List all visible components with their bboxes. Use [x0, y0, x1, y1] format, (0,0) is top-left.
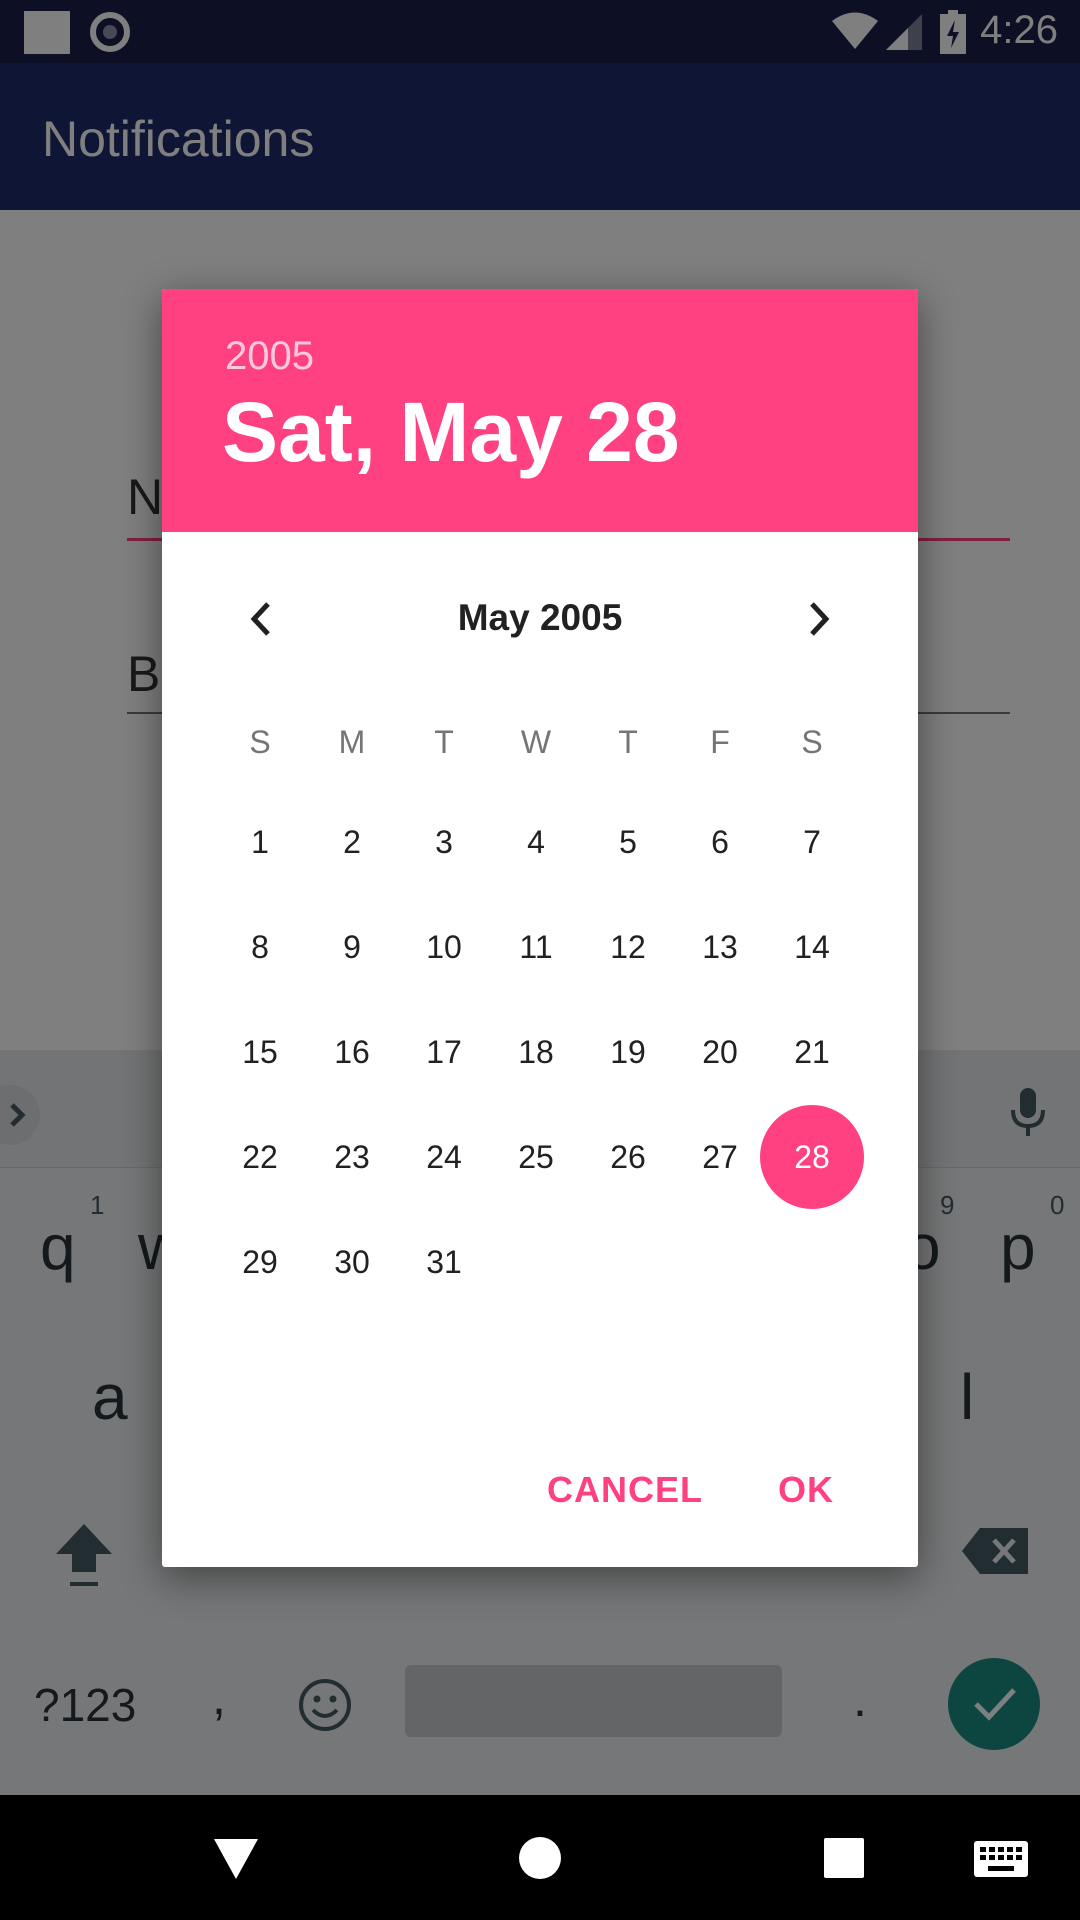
calendar-day[interactable]: 15 [214, 1006, 306, 1098]
home-icon[interactable] [518, 1836, 562, 1880]
weekday-header: W [520, 723, 552, 760]
calendar-day-selected[interactable]: 28 [760, 1105, 864, 1209]
ok-button[interactable]: OK [778, 1469, 834, 1511]
weekday-header: F [710, 723, 730, 760]
next-month-button[interactable] [789, 589, 849, 649]
screen: 4:26 Notifications N B 1 q w 9 o 0 p a l [0, 0, 1080, 1920]
calendar-day[interactable]: 10 [398, 901, 490, 993]
calendar-day[interactable]: 27 [674, 1111, 766, 1203]
calendar-day[interactable]: 18 [490, 1006, 582, 1098]
weekday-header: S [249, 723, 271, 760]
calendar-day[interactable]: 19 [582, 1006, 674, 1098]
header-year[interactable]: 2005 [225, 334, 314, 379]
weekday-header: T [434, 723, 454, 760]
weekday-header: M [338, 723, 366, 760]
calendar-day[interactable]: 13 [674, 901, 766, 993]
calendar-day[interactable]: 31 [398, 1216, 490, 1308]
cancel-button[interactable]: CANCEL [547, 1469, 703, 1511]
weekday-header: S [801, 723, 823, 760]
calendar-day[interactable]: 5 [582, 796, 674, 888]
calendar-day[interactable]: 3 [398, 796, 490, 888]
calendar-day[interactable]: 29 [214, 1216, 306, 1308]
calendar-day[interactable]: 23 [306, 1111, 398, 1203]
date-picker-dialog: 2005 Sat, May 28 May 2005 SMTWTFS1234567… [162, 289, 918, 1567]
calendar-day[interactable]: 2 [306, 796, 398, 888]
calendar-day[interactable]: 6 [674, 796, 766, 888]
calendar-day[interactable]: 11 [490, 901, 582, 993]
calendar-day[interactable]: 22 [214, 1111, 306, 1203]
keyboard-switch-icon[interactable] [974, 1841, 1028, 1877]
calendar-day[interactable]: 9 [306, 901, 398, 993]
calendar-day[interactable]: 30 [306, 1216, 398, 1308]
calendar-day[interactable]: 21 [766, 1006, 858, 1098]
calendar-day[interactable]: 1 [214, 796, 306, 888]
navigation-bar [0, 1795, 1080, 1920]
calendar-day[interactable]: 26 [582, 1111, 674, 1203]
recents-icon[interactable] [824, 1838, 864, 1878]
calendar-day[interactable]: 8 [214, 901, 306, 993]
calendar-day[interactable]: 20 [674, 1006, 766, 1098]
month-navigation: May 2005 [162, 589, 918, 649]
calendar-day[interactable]: 16 [306, 1006, 398, 1098]
calendar-day[interactable]: 7 [766, 796, 858, 888]
calendar-day[interactable]: 24 [398, 1111, 490, 1203]
header-selected-date[interactable]: Sat, May 28 [222, 384, 680, 481]
chevron-right-icon [810, 602, 830, 636]
calendar-day[interactable]: 4 [490, 796, 582, 888]
weekday-header: T [618, 723, 638, 760]
back-icon[interactable] [214, 1839, 258, 1879]
calendar-day[interactable]: 12 [582, 901, 674, 993]
calendar-day[interactable]: 17 [398, 1006, 490, 1098]
calendar-day[interactable]: 25 [490, 1111, 582, 1203]
calendar-day[interactable]: 14 [766, 901, 858, 993]
date-picker-header: 2005 Sat, May 28 [162, 289, 918, 532]
